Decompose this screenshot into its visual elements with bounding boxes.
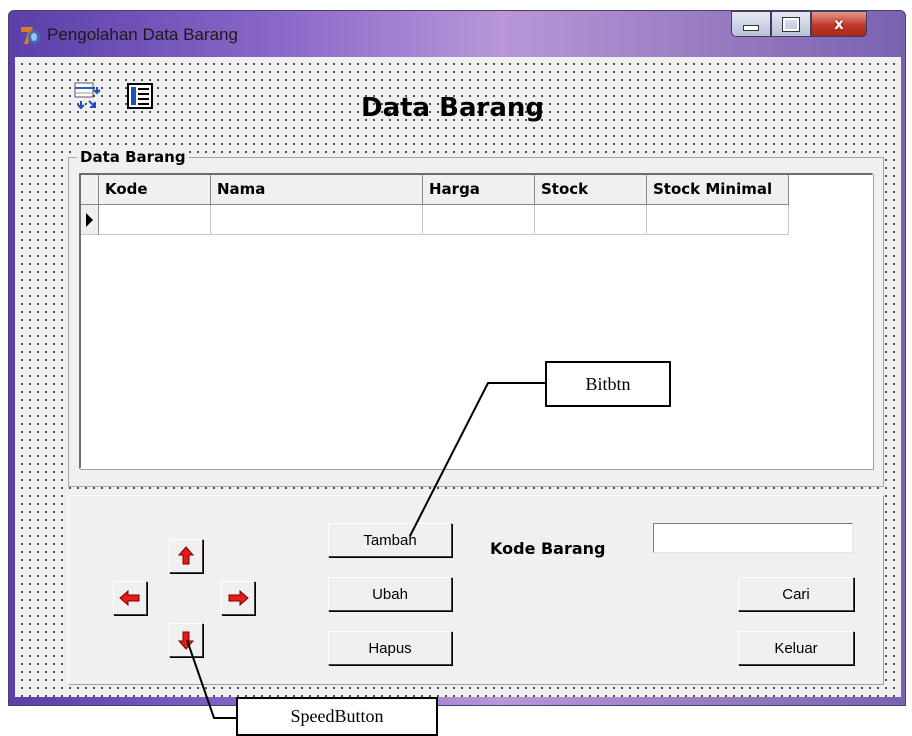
column-header-kode[interactable]: Kode	[99, 175, 211, 205]
column-header-stock-minimal[interactable]: Stock Minimal	[647, 175, 789, 205]
delphi-app-icon	[21, 27, 40, 44]
speedbutton-right[interactable]	[221, 581, 255, 615]
cell-stock[interactable]	[535, 205, 647, 235]
minimize-button[interactable]	[731, 11, 771, 37]
arrow-down-icon	[177, 631, 195, 650]
indicator-header	[81, 175, 99, 205]
arrow-right-icon	[228, 590, 249, 606]
tambah-button[interactable]: Tambah	[328, 523, 452, 557]
cell-harga[interactable]	[423, 205, 535, 235]
title-bar[interactable]: Pengolahan Data Barang x	[9, 11, 905, 57]
current-row-arrow-icon	[86, 213, 93, 227]
maximize-icon	[782, 16, 800, 32]
cell-kode[interactable]	[99, 205, 211, 235]
column-header-harga[interactable]: Harga	[423, 175, 535, 205]
data-grid[interactable]: Kode Nama Harga Stock Stock Minimal	[79, 173, 873, 469]
speedbutton-left[interactable]	[113, 581, 147, 615]
arrow-left-icon	[119, 590, 140, 606]
cari-button[interactable]: Cari	[738, 577, 854, 611]
close-icon: x	[834, 15, 844, 33]
application-window: Pengolahan Data Barang x Data Barang Dat…	[8, 10, 906, 706]
speedbutton-up[interactable]	[169, 539, 203, 573]
cell-nama[interactable]	[211, 205, 423, 235]
keluar-button[interactable]: Keluar	[738, 631, 854, 665]
close-button[interactable]: x	[811, 11, 867, 37]
ubah-button[interactable]: Ubah	[328, 577, 452, 611]
cell-stock-minimal[interactable]	[647, 205, 789, 235]
row-indicator	[81, 205, 99, 235]
table-icon	[127, 83, 153, 109]
arrow-up-icon	[177, 546, 195, 565]
kode-barang-input[interactable]	[653, 523, 853, 553]
maximize-button[interactable]	[771, 11, 811, 37]
speedbutton-callout: SpeedButton	[236, 697, 438, 736]
column-header-stock[interactable]: Stock	[535, 175, 647, 205]
window-title: Pengolahan Data Barang	[47, 25, 238, 44]
form-heading: Data Barang	[361, 93, 545, 123]
form-client-area: Data Barang Data Barang Kode Nama Harga …	[15, 57, 901, 697]
speedbutton-down[interactable]	[169, 623, 203, 657]
bitbtn-callout: Bitbtn	[545, 361, 671, 407]
hapus-button[interactable]: Hapus	[328, 631, 452, 665]
navigation-icon	[74, 82, 101, 110]
group-box-caption: Data Barang	[77, 148, 189, 166]
column-header-nama[interactable]: Nama	[211, 175, 423, 205]
minimize-icon	[743, 25, 759, 31]
kode-barang-label: Kode Barang	[490, 539, 606, 558]
